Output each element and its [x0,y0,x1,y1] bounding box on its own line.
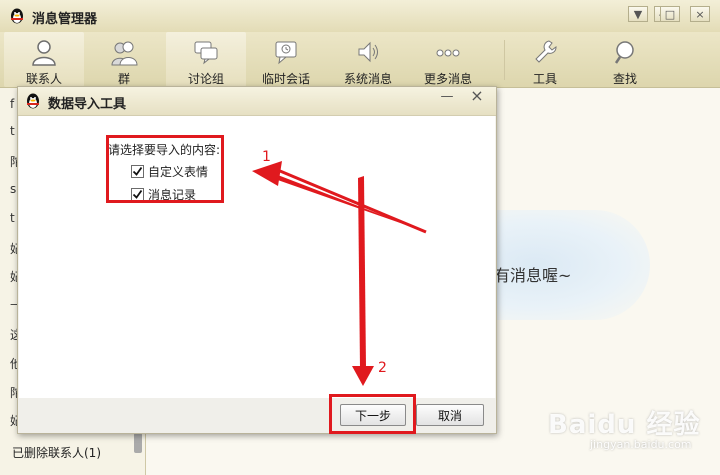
annotation-number-2: 2 [378,360,387,376]
baidu-watermark-url: jingyan.baidu.com [590,438,692,451]
annotation-arrow-1 [252,161,427,234]
baidu-watermark-logo: Bai​du 经验 [548,410,701,440]
annotation-number-1: 1 [262,149,271,165]
